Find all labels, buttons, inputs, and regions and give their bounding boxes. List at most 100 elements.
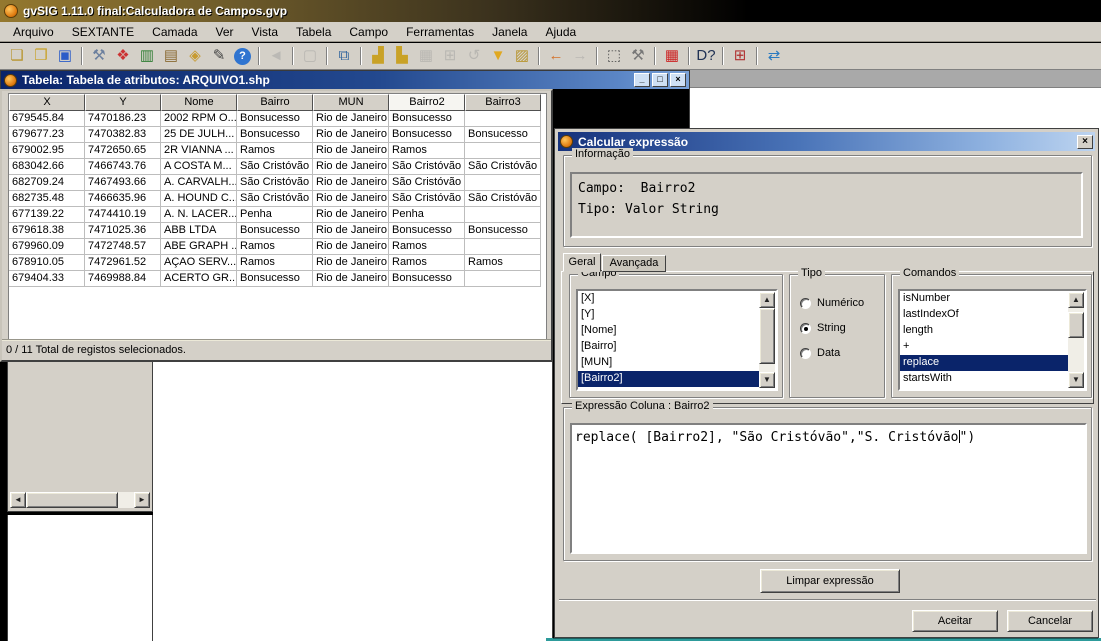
campo-item-bairro[interactable]: [Bairro] xyxy=(578,339,760,355)
table-cell[interactable]: Rio de Janeiro xyxy=(313,111,389,127)
sort-ascending-icon[interactable]: ▟ xyxy=(367,46,389,66)
maximize-button[interactable]: □ xyxy=(652,73,668,87)
table-cell[interactable]: 2002 RPM O... xyxy=(161,111,237,127)
sync-layers-icon[interactable]: ⇄ xyxy=(763,46,785,66)
close-button[interactable]: × xyxy=(670,73,686,87)
aceitar-button[interactable]: Aceitar xyxy=(912,610,998,632)
table-cell[interactable]: 679404.33 xyxy=(9,271,85,287)
table-cell[interactable]: 7470382.83 xyxy=(85,127,161,143)
manage-fields-icon[interactable]: ▦ xyxy=(661,46,683,66)
menu-item-tabela[interactable]: Tabela xyxy=(287,24,340,40)
table-cell[interactable]: Bonsucesso xyxy=(389,127,465,143)
table-cell[interactable]: Ramos xyxy=(237,143,313,159)
table-cell[interactable]: Rio de Janeiro xyxy=(313,255,389,271)
table-cell[interactable]: 7467493.66 xyxy=(85,175,161,191)
sextante-toolbox-icon[interactable]: ⚒ xyxy=(88,46,110,66)
dialog-close-button[interactable]: × xyxy=(1077,135,1093,149)
column-header-nome[interactable]: Nome xyxy=(161,94,237,111)
radio-option-string[interactable]: String xyxy=(800,322,846,334)
table-cell[interactable]: Rio de Janeiro xyxy=(313,143,389,159)
print-icon[interactable]: ⧉ xyxy=(333,46,355,66)
table-cell[interactable]: Ramos xyxy=(237,239,313,255)
table-cell[interactable]: São Cristóvão xyxy=(237,159,313,175)
table-cell[interactable]: 683042.66 xyxy=(9,159,85,175)
table-cell[interactable]: 682735.48 xyxy=(9,191,85,207)
campo-scrollbar[interactable]: ▲ ▼ xyxy=(759,292,775,388)
table-cell[interactable]: 7466635.96 xyxy=(85,191,161,207)
sextante-history-icon[interactable]: ▤ xyxy=(160,46,182,66)
sextante-modeler-icon[interactable]: ❖ xyxy=(112,46,134,66)
menu-item-arquivo[interactable]: Arquivo xyxy=(4,24,63,40)
table-cell[interactable]: São Cristóvão xyxy=(389,175,465,191)
menu-item-ferramentas[interactable]: Ferramentas xyxy=(397,24,483,40)
limpar-expressao-button[interactable]: Limpar expressão xyxy=(760,569,900,593)
scroll-track[interactable] xyxy=(118,492,134,508)
sextante-results-icon[interactable]: ◈ xyxy=(184,46,206,66)
column-header-bairro[interactable]: Bairro xyxy=(237,94,313,111)
column-header-mun[interactable]: MUN xyxy=(313,94,389,111)
table-cell[interactable]: A. HOUND C... xyxy=(161,191,237,207)
field-info-icon[interactable]: D? xyxy=(695,46,717,66)
script-editor-icon[interactable]: ✎ xyxy=(208,46,230,66)
table-cell[interactable]: Bonsucesso xyxy=(237,223,313,239)
table-cell[interactable]: A. N. LACER... xyxy=(161,207,237,223)
scroll-up-button[interactable]: ▲ xyxy=(759,292,775,308)
campo-item-bairro3[interactable]: [Bairro3] xyxy=(578,387,760,391)
table-cell[interactable]: Penha xyxy=(237,207,313,223)
dialog-titlebar[interactable]: Calcular expressão × xyxy=(558,132,1095,151)
table-cell[interactable]: 2R VIANNA ... xyxy=(161,143,237,159)
table-cell[interactable]: São Cristóvão xyxy=(389,159,465,175)
new-document-icon[interactable]: ❏ xyxy=(6,46,28,66)
scroll-down-button[interactable]: ▼ xyxy=(1068,372,1084,388)
sextante-console-icon[interactable]: ▥ xyxy=(136,46,158,66)
radio-button-icon[interactable] xyxy=(800,323,811,334)
scroll-up-button[interactable]: ▲ xyxy=(1068,292,1084,308)
comando-item-startswith[interactable]: startsWith xyxy=(900,371,1069,387)
table-cell[interactable]: 678910.05 xyxy=(9,255,85,271)
comandos-scrollbar[interactable]: ▲ ▼ xyxy=(1068,292,1084,388)
tab-geral[interactable]: Geral xyxy=(563,253,601,272)
comando-item-isnumber[interactable]: isNumber xyxy=(900,291,1069,307)
table-cell[interactable]: Bonsucesso xyxy=(389,223,465,239)
table-cell[interactable] xyxy=(465,143,541,159)
table-cell[interactable]: Rio de Janeiro xyxy=(313,271,389,287)
previous-record-icon[interactable]: ← xyxy=(545,46,567,66)
statistics-chart-icon[interactable]: ▨ xyxy=(511,46,533,66)
comando-item-length[interactable]: length xyxy=(900,323,1069,339)
table-cell[interactable]: Ramos xyxy=(237,255,313,271)
table-cell[interactable]: A COSTA M... xyxy=(161,159,237,175)
overview-horizontal-scrollbar[interactable]: ◄ ► xyxy=(10,492,150,508)
table-cell[interactable]: Rio de Janeiro xyxy=(313,207,389,223)
scroll-down-button[interactable]: ▼ xyxy=(759,372,775,388)
table-cell[interactable] xyxy=(465,207,541,223)
table-cell[interactable]: Bonsucesso xyxy=(465,127,541,143)
radio-button-icon[interactable] xyxy=(800,298,811,309)
table-cell[interactable]: São Cristóvão xyxy=(237,175,313,191)
comando-item-item[interactable]: + xyxy=(900,339,1069,355)
menu-item-janela[interactable]: Janela xyxy=(483,24,536,40)
campo-item-y[interactable]: [Y] xyxy=(578,307,760,323)
table-cell[interactable]: São Cristóvão xyxy=(389,191,465,207)
open-project-icon[interactable]: ❒ xyxy=(30,46,52,66)
column-header-bairro3[interactable]: Bairro3 xyxy=(465,94,541,111)
table-cell[interactable]: Rio de Janeiro xyxy=(313,191,389,207)
table-cell[interactable]: Bonsucesso xyxy=(389,271,465,287)
table-cell[interactable]: 7472650.65 xyxy=(85,143,161,159)
radio-option-num-rico[interactable]: Numérico xyxy=(800,297,864,309)
menu-item-ajuda[interactable]: Ajuda xyxy=(536,24,585,40)
tab-avancada[interactable]: Avançada xyxy=(602,255,666,272)
app-titlebar[interactable]: gvSIG 1.11.0 final:Calculadora de Campos… xyxy=(0,0,1101,22)
table-cell[interactable]: Bonsucesso xyxy=(465,223,541,239)
refresh-icon[interactable]: ↺ xyxy=(463,46,485,66)
table-cell[interactable]: AÇAO SERV... xyxy=(161,255,237,271)
table-cell[interactable]: Ramos xyxy=(389,239,465,255)
table-cell[interactable] xyxy=(465,239,541,255)
table-cell[interactable] xyxy=(465,111,541,127)
table-cell[interactable]: 677139.22 xyxy=(9,207,85,223)
table-window-titlebar[interactable]: Tabela: Tabela de atributos: ARQUIVO1.sh… xyxy=(0,70,690,89)
field-calculator-icon[interactable]: ⊞ xyxy=(729,46,751,66)
help-icon[interactable]: ? xyxy=(234,48,251,65)
table-cell[interactable]: Ramos xyxy=(465,255,541,271)
table-cell[interactable]: São Cristóvão xyxy=(465,191,541,207)
menu-item-vista[interactable]: Vista xyxy=(243,24,287,40)
